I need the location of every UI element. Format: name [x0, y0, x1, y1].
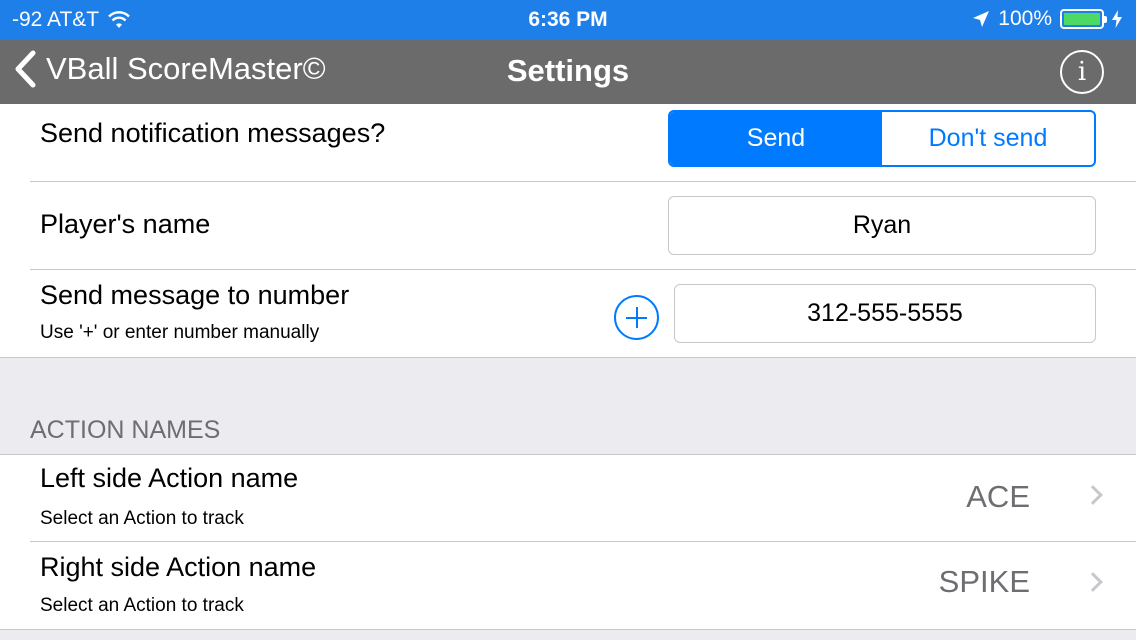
chevron-left-icon [15, 50, 36, 88]
player-name-field[interactable]: Ryan [668, 196, 1096, 255]
phone-number-label: Send message to number [40, 280, 350, 310]
battery-icon [1060, 9, 1107, 29]
info-icon[interactable]: i [1060, 50, 1104, 94]
battery-percent: 100% [998, 7, 1052, 30]
right-action-row[interactable]: Right side Action name Select an Action … [30, 542, 1136, 629]
location-arrow-icon [973, 11, 990, 27]
status-bar: -92 AT&T 6:36 PM 100% [0, 0, 1136, 40]
navigation-bar: VBall ScoreMaster© Settings i [0, 40, 1136, 104]
chevron-right-icon [1083, 572, 1103, 592]
back-button-label: VBall ScoreMaster© [46, 51, 326, 86]
chevron-right-icon [1083, 485, 1103, 505]
settings-group-general: Send notification messages? Send Don't s… [0, 104, 1136, 358]
back-button[interactable]: VBall ScoreMaster© [14, 50, 326, 88]
settings-group-actions: Left side Action name Select an Action t… [0, 454, 1136, 630]
send-segment[interactable]: Send [670, 112, 882, 165]
dont-send-segment[interactable]: Don't send [882, 112, 1094, 165]
phone-number-row: Send message to number Use '+' or enter … [30, 270, 1136, 357]
status-right: 100% [972, 7, 1122, 31]
right-action-value: SPIKE [938, 564, 1030, 599]
phone-number-field[interactable]: 312-555-5555 [674, 284, 1096, 343]
player-name-label: Player's name [40, 209, 211, 239]
add-contact-plus-icon[interactable] [614, 295, 659, 340]
player-name-row: Player's name Ryan [30, 182, 1136, 270]
phone-number-hint: Use '+' or enter number manually [40, 322, 320, 343]
action-names-header: ACTION NAMES [30, 416, 221, 444]
notification-segmented-control[interactable]: Send Don't send [668, 110, 1096, 167]
notification-label: Send notification messages? [40, 118, 386, 148]
notification-row: Send notification messages? Send Don't s… [30, 104, 1136, 182]
left-action-hint: Select an Action to track [40, 508, 244, 529]
left-action-value: ACE [966, 479, 1030, 514]
left-action-row[interactable]: Left side Action name Select an Action t… [30, 455, 1136, 542]
left-action-label: Left side Action name [40, 463, 299, 493]
status-time: 6:36 PM [528, 8, 608, 31]
right-action-label: Right side Action name [40, 552, 317, 582]
right-action-hint: Select an Action to track [40, 595, 244, 616]
settings-content: Send notification messages? Send Don't s… [0, 104, 1136, 640]
charging-bolt-icon [1112, 10, 1122, 28]
